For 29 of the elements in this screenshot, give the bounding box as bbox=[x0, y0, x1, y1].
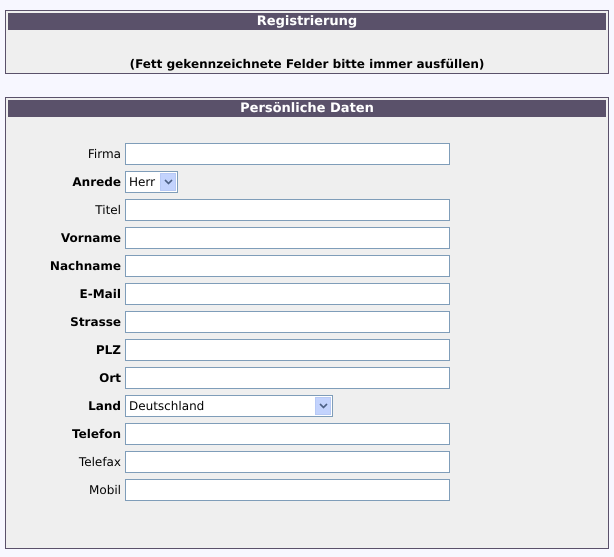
field-label: Telefax bbox=[78, 454, 122, 471]
input-field[interactable] bbox=[125, 143, 450, 165]
field-label: Telefon bbox=[71, 426, 122, 443]
field-label: Vorname bbox=[60, 230, 122, 247]
field-label: Mobil bbox=[88, 482, 122, 499]
field-label: Firma bbox=[86, 146, 122, 163]
input-field[interactable] bbox=[125, 479, 450, 501]
input-field[interactable] bbox=[125, 227, 450, 249]
field-label: E-Mail bbox=[78, 286, 122, 303]
input-field[interactable] bbox=[125, 255, 450, 277]
field-label: Nachname bbox=[48, 258, 122, 275]
dropdown[interactable]: Deutschland bbox=[125, 395, 333, 417]
field-label: Ort bbox=[98, 370, 122, 387]
input-field[interactable] bbox=[125, 283, 450, 305]
input-field[interactable] bbox=[125, 311, 450, 333]
input-field[interactable] bbox=[125, 367, 450, 389]
instruction-text: (Fett gekennzeichnete Felder bitte immer ausfüllen) bbox=[130, 57, 484, 71]
input-field[interactable] bbox=[125, 451, 450, 473]
field-label: Anrede bbox=[71, 174, 122, 191]
panel-header: Registrierung bbox=[8, 13, 606, 30]
input-field[interactable] bbox=[125, 199, 450, 221]
field-label: Strasse bbox=[69, 314, 122, 331]
input-field[interactable] bbox=[125, 339, 450, 361]
field-label: PLZ bbox=[94, 342, 122, 359]
input-field[interactable] bbox=[125, 423, 450, 445]
panel-header: Persönliche Daten bbox=[8, 100, 606, 117]
field-label: Land bbox=[87, 398, 122, 415]
dropdown[interactable]: Herr bbox=[125, 171, 178, 193]
field-label: Titel bbox=[94, 202, 122, 219]
